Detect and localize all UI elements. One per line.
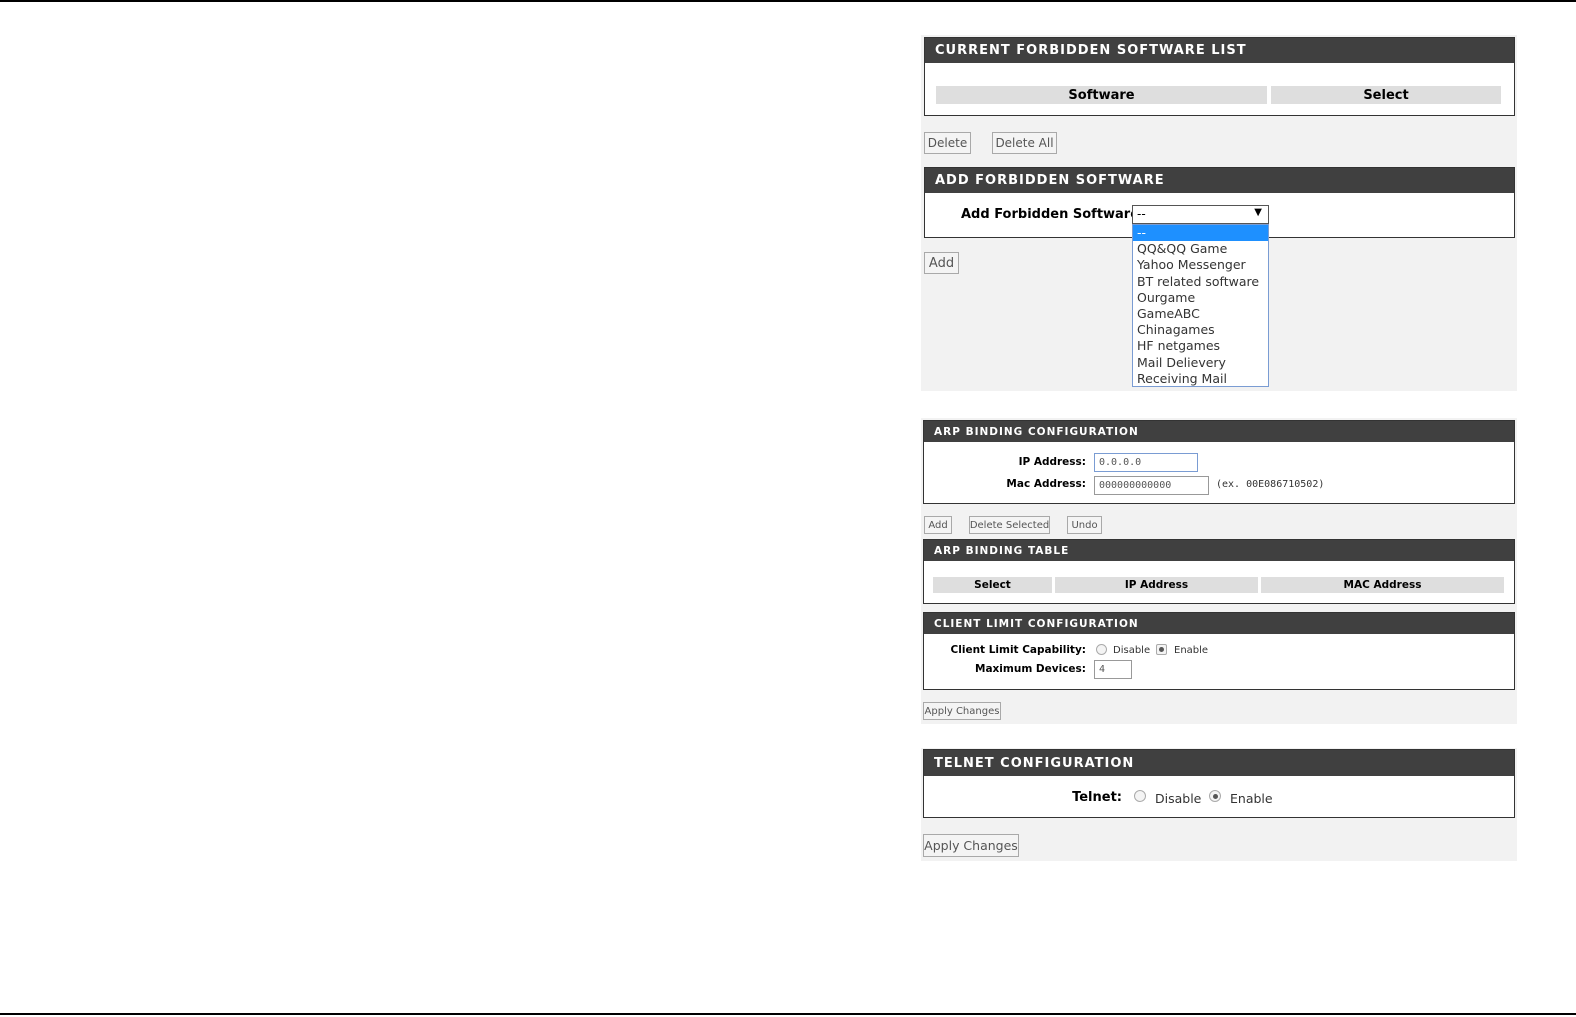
select-value: -- [1137,207,1146,221]
ip-address-label: IP Address: [1018,456,1086,468]
arp-config-section: ARP BINDING CONFIGURATION IP Address: 0.… [923,420,1515,504]
telnet-apply-button[interactable]: Apply Changes [923,834,1019,857]
arp-table-header: ARP BINDING TABLE [924,540,1514,561]
undo-button[interactable]: Undo [1067,516,1102,534]
option-ourgame[interactable]: Ourgame [1133,290,1268,306]
client-limit-header: CLIENT LIMIT CONFIGURATION [924,613,1514,634]
forbidden-software-panel: CURRENT FORBIDDEN SOFTWARE LIST Software… [921,35,1517,391]
delete-button[interactable]: Delete [924,132,971,154]
arp-table-section: ARP BINDING TABLE Select IP Address MAC … [923,539,1515,604]
telnet-disable-radio[interactable] [1134,790,1146,802]
telnet-panel: TELNET CONFIGURATION Telnet: Disable Ena… [921,748,1517,861]
client-limit-enable-label: Enable [1174,645,1209,656]
top-rule [0,0,1576,2]
telnet-disable-label: Disable [1155,791,1202,806]
arp-add-button[interactable]: Add [924,516,952,534]
add-forbidden-button[interactable]: Add [924,252,959,274]
telnet-header: TELNET CONFIGURATION [924,750,1514,776]
arp-config-header: ARP BINDING CONFIGURATION [924,421,1514,442]
telnet-section: TELNET CONFIGURATION Telnet: Disable Ena… [923,749,1515,818]
option-gameabc[interactable]: GameABC [1133,306,1268,322]
client-limit-apply-button[interactable]: Apply Changes [923,702,1001,720]
forbidden-list-section: CURRENT FORBIDDEN SOFTWARE LIST Software… [924,37,1515,116]
arp-client-panel: ARP BINDING CONFIGURATION IP Address: 0.… [921,418,1517,724]
column-header-software: Software [936,86,1267,104]
client-limit-section: CLIENT LIMIT CONFIGURATION Client Limit … [923,612,1515,690]
chevron-down-icon: ▼ [1254,207,1262,218]
add-forbidden-label: Add Forbidden Software: [961,207,1145,222]
option-yahoo-messenger[interactable]: Yahoo Messenger [1133,257,1268,273]
client-limit-disable-radio[interactable] [1096,644,1107,655]
column-header-select: Select [1271,86,1501,104]
add-forbidden-header: ADD FORBIDDEN SOFTWARE [925,168,1514,193]
delete-all-button[interactable]: Delete All [992,132,1057,154]
mac-address-label: Mac Address: [1006,478,1086,490]
option-bt-software[interactable]: BT related software [1133,274,1268,290]
forbidden-list-header: CURRENT FORBIDDEN SOFTWARE LIST [925,38,1514,63]
client-limit-capability-label: Client Limit Capability: [950,644,1086,656]
delete-selected-button[interactable]: Delete Selected [969,516,1050,534]
mac-address-hint: (ex. 00E086710502) [1216,479,1325,490]
forbidden-software-select[interactable]: -- ▼ [1132,205,1269,224]
mac-address-input[interactable]: 000000000000 [1094,476,1209,495]
option-receiving-mail[interactable]: Receiving Mail [1133,371,1268,387]
forbidden-software-options: -- QQ&QQ Game Yahoo Messenger BT related… [1132,224,1269,387]
telnet-enable-label: Enable [1230,791,1273,806]
maximum-devices-input[interactable]: 4 [1094,660,1132,679]
arp-column-mac-address: MAC Address [1261,577,1504,593]
bottom-rule [0,1013,1576,1015]
maximum-devices-label: Maximum Devices: [975,663,1086,675]
arp-column-ip-address: IP Address [1055,577,1258,593]
arp-column-select: Select [933,577,1052,593]
ip-address-input[interactable]: 0.0.0.0 [1094,453,1198,472]
client-limit-disable-label: Disable [1113,645,1151,656]
telnet-enable-radio[interactable] [1209,790,1221,802]
option-qq-game[interactable]: QQ&QQ Game [1133,241,1268,257]
client-limit-enable-radio[interactable] [1156,644,1167,655]
telnet-label: Telnet: [1072,790,1122,805]
option-hf-netgames[interactable]: HF netgames [1133,338,1268,354]
option-chinagames[interactable]: Chinagames [1133,322,1268,338]
option-none[interactable]: -- [1133,225,1268,242]
option-mail-delivery[interactable]: Mail Delievery [1133,355,1268,371]
